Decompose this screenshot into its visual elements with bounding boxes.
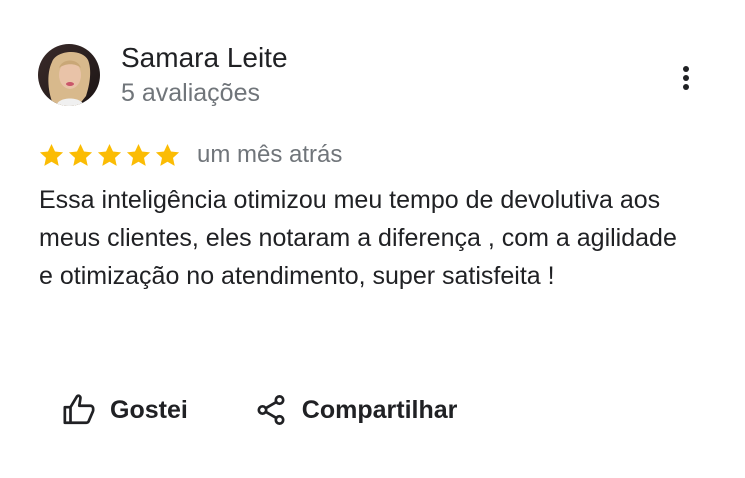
rating-row: um mês atrás	[38, 138, 342, 172]
author-name[interactable]: Samara Leite	[121, 42, 288, 74]
thumbs-up-icon	[63, 394, 95, 425]
star-rating	[38, 142, 181, 169]
star-icon	[39, 143, 64, 166]
review-text: Essa inteligência otimizou meu tempo de …	[39, 186, 677, 290]
share-button[interactable]: Compartilhar	[244, 386, 468, 434]
star-icon	[97, 143, 122, 166]
avatar-photo	[38, 44, 100, 106]
like-label: Gostei	[110, 396, 188, 424]
review-date: um mês atrás	[197, 141, 343, 168]
star-icon	[68, 143, 93, 166]
review-actions: Gostei Compartilhar	[52, 386, 467, 434]
share-icon	[257, 395, 285, 425]
more-vert-icon	[683, 66, 689, 90]
more-options-button[interactable]	[668, 58, 704, 98]
like-button[interactable]: Gostei	[52, 386, 198, 434]
share-label: Compartilhar	[301, 396, 458, 424]
avatar[interactable]	[38, 44, 100, 106]
star-icon	[126, 143, 151, 166]
author-review-count[interactable]: 5 avaliações	[121, 78, 260, 108]
star-icon	[155, 143, 180, 166]
review-card: Samara Leite 5 avaliações um mês atrás E…	[0, 0, 745, 478]
